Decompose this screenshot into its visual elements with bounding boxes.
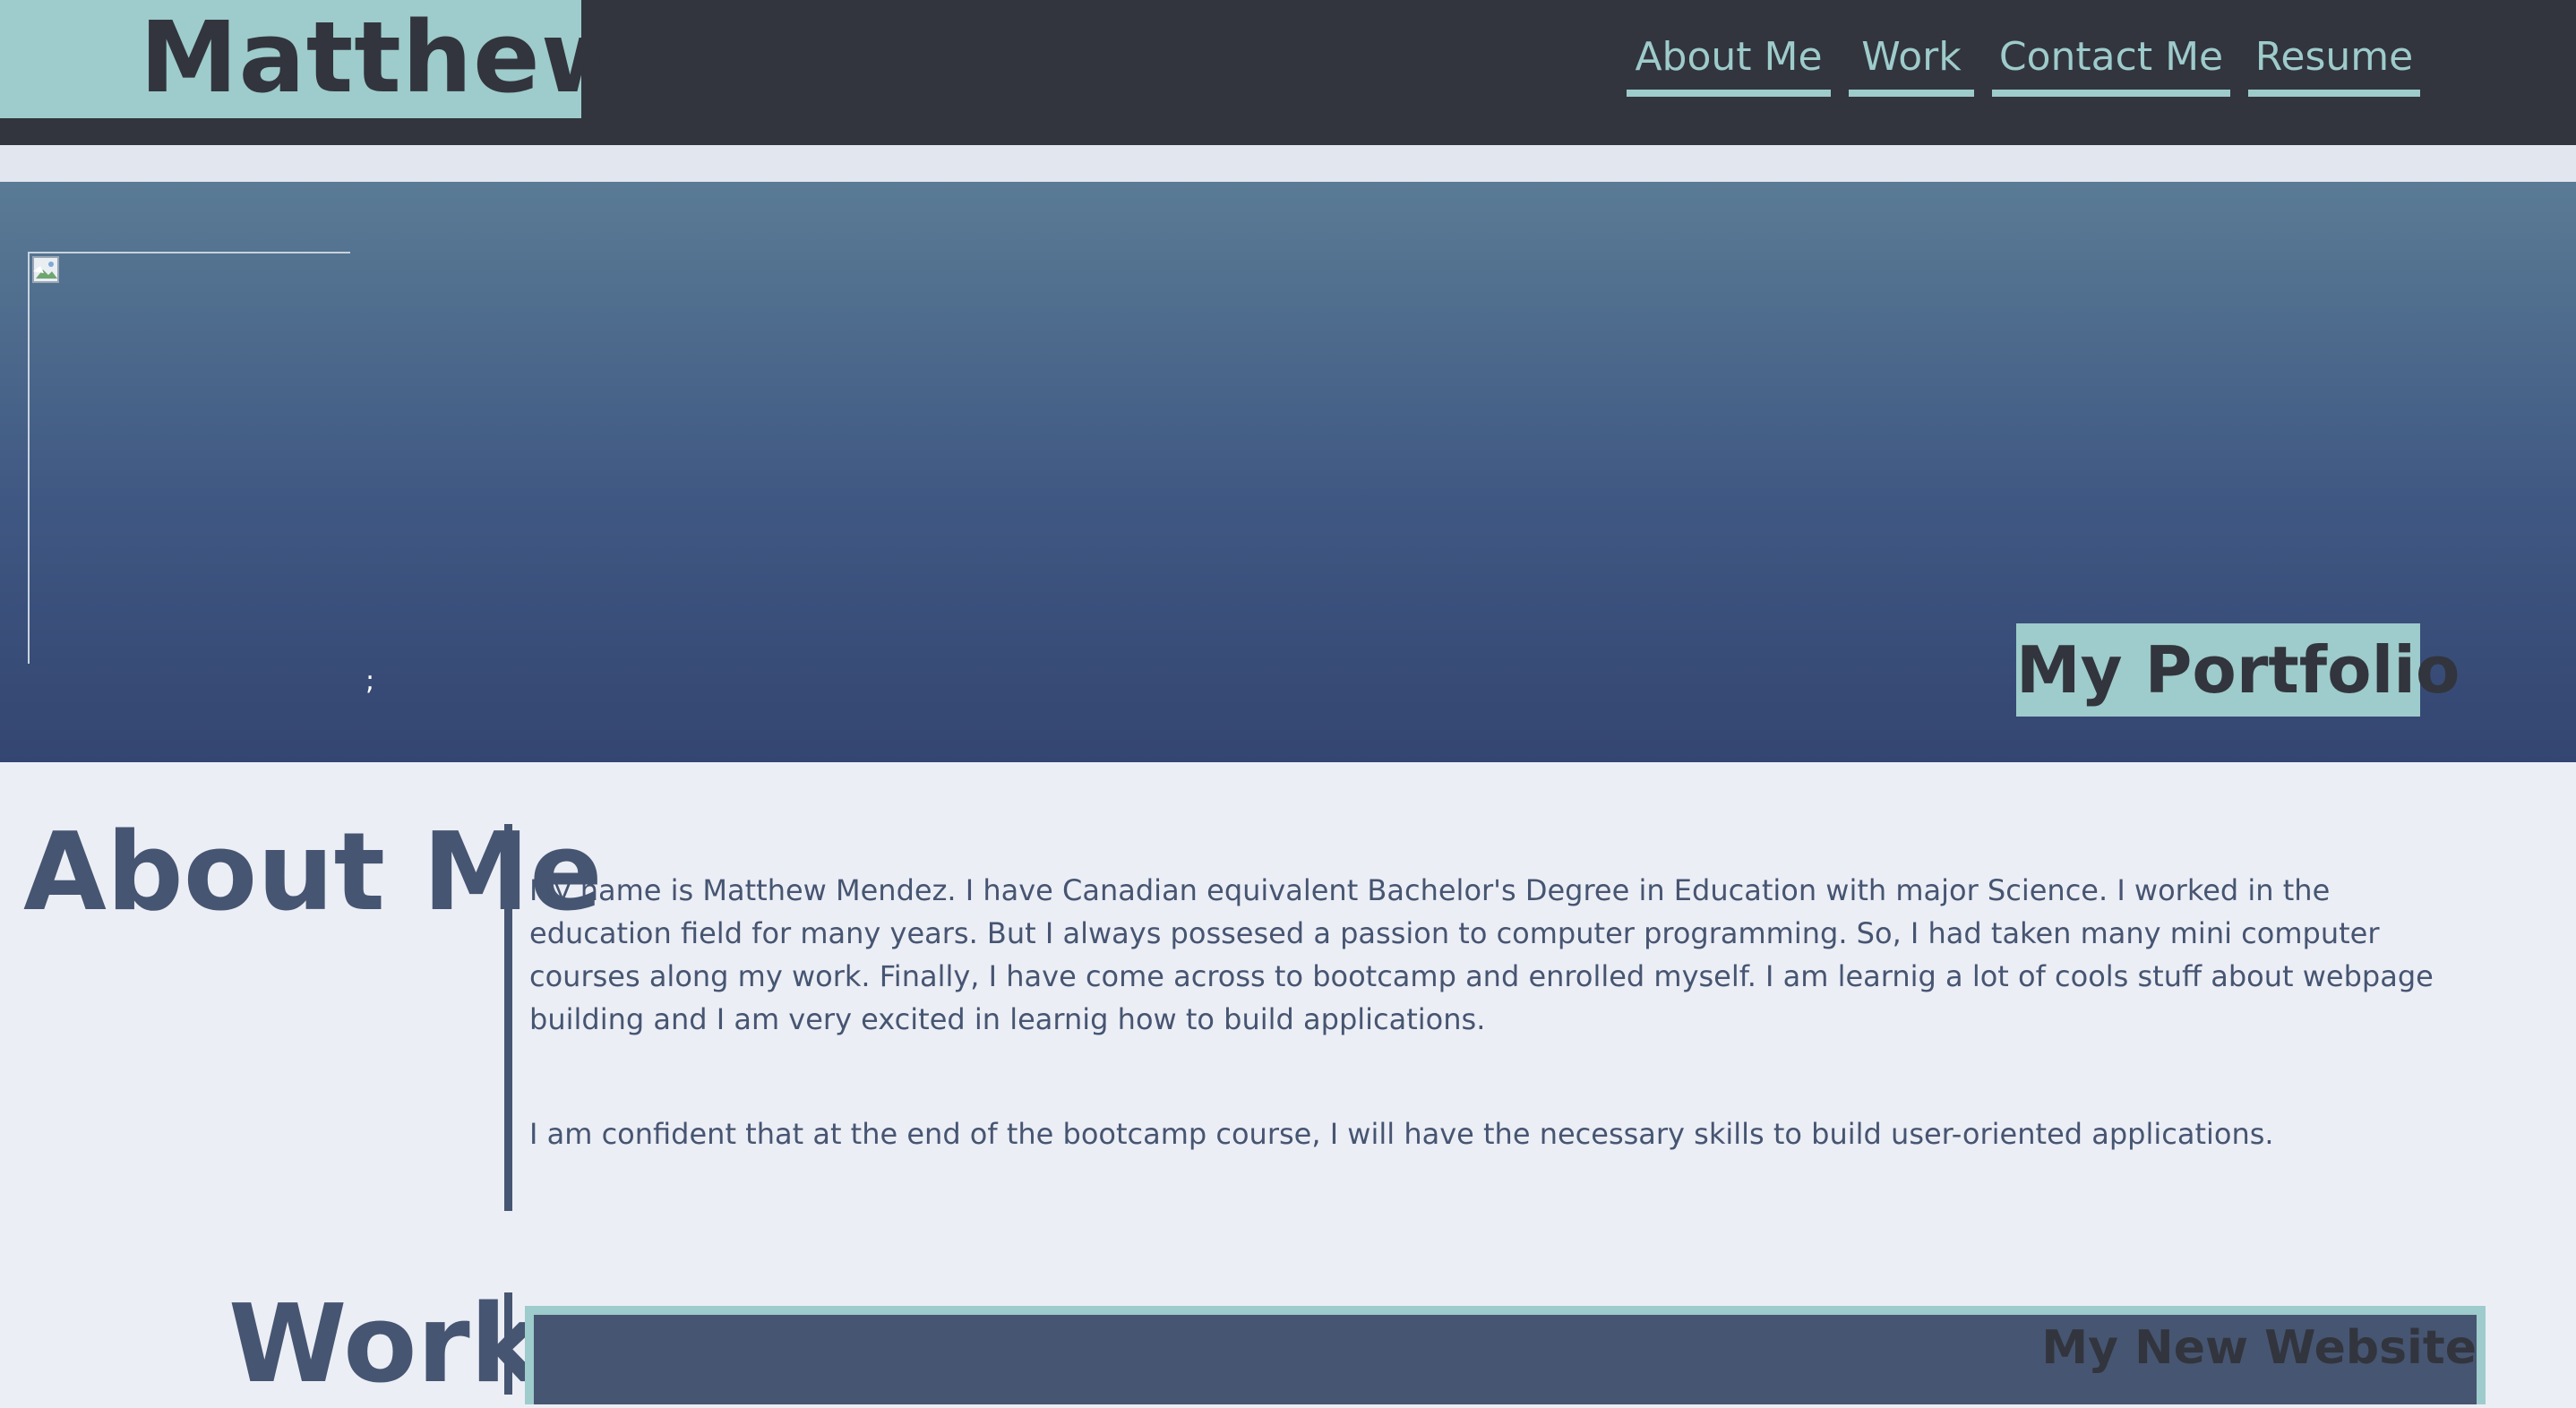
about-paragraph: I am confident that at the end of the bo… [529, 1117, 2274, 1151]
site-header: Matthew About Me Work Contact Me Resume [0, 0, 2576, 145]
about-heading: About Me [23, 811, 603, 935]
project-title: My New Website [2041, 1321, 2477, 1375]
portfolio-badge: My Portfolio [2016, 623, 2460, 717]
nav-resume[interactable]: Resume [2248, 25, 2420, 97]
about-body: My name is Matthew Mendez. I have Canadi… [529, 869, 2473, 1227]
hero-banner: ; My Portfolio [0, 182, 2576, 762]
about-divider [504, 824, 512, 1211]
hero-stray-text: ; [365, 665, 375, 697]
nav-work[interactable]: Work [1849, 25, 1974, 97]
project-card[interactable]: My New Website [525, 1306, 2486, 1404]
logo-text: Matthew [140, 0, 633, 115]
broken-image-icon [32, 256, 59, 283]
work-divider [504, 1292, 512, 1395]
header-spacer-strip [0, 145, 2576, 182]
nav-about-me[interactable]: About Me [1627, 25, 1831, 97]
nav-contact-me[interactable]: Contact Me [1992, 25, 2230, 97]
hero-image-broken [28, 252, 350, 664]
logo-block[interactable]: Matthew [0, 0, 631, 118]
about-paragraph: My name is Matthew Mendez. I have Canadi… [529, 873, 2434, 1036]
work-heading: Work [228, 1283, 542, 1407]
